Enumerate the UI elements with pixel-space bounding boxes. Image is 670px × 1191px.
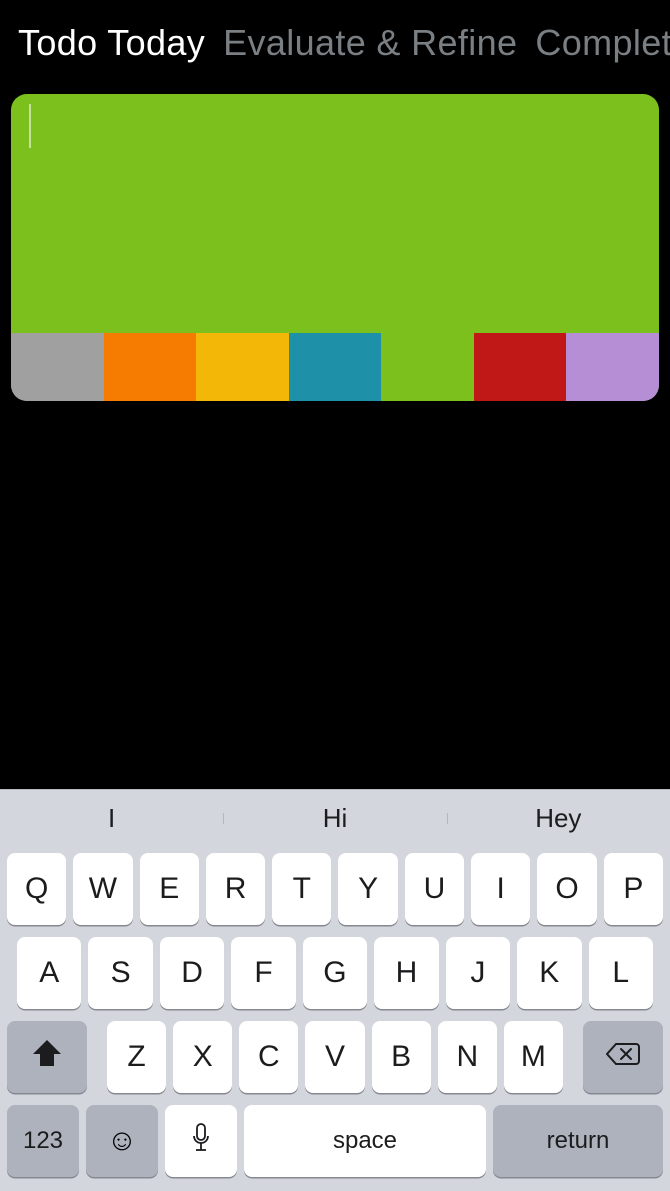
key-l[interactable]: L [589,937,653,1009]
suggestion-3[interactable]: Hey [447,803,670,834]
key-q[interactable]: Q [7,853,66,925]
key-e[interactable]: E [140,853,199,925]
key-x[interactable]: X [173,1021,232,1093]
key-return[interactable]: return [493,1105,663,1177]
backspace-icon [606,1040,640,1074]
key-n[interactable]: N [438,1021,497,1093]
key-s[interactable]: S [88,937,152,1009]
color-swatch-teal[interactable] [289,333,382,401]
key-shift[interactable] [7,1021,87,1093]
key-y[interactable]: Y [338,853,397,925]
key-b[interactable]: B [372,1021,431,1093]
key-123[interactable]: 123 [7,1105,79,1177]
key-m[interactable]: M [504,1021,563,1093]
tab-completed[interactable]: Completed [535,22,670,64]
color-swatch-purple[interactable] [566,333,659,401]
key-f[interactable]: F [231,937,295,1009]
key-w[interactable]: W [73,853,132,925]
key-d[interactable]: D [160,937,224,1009]
suggestion-bar: I Hi Hey [0,789,670,847]
color-swatch-yellow[interactable] [196,333,289,401]
key-i[interactable]: I [471,853,530,925]
key-j[interactable]: J [446,937,510,1009]
key-g[interactable]: G [303,937,367,1009]
key-t[interactable]: T [272,853,331,925]
key-space[interactable]: space [244,1105,486,1177]
key-u[interactable]: U [405,853,464,925]
keyboard: I Hi Hey Q W E R T Y U I O P A S D F G H… [0,789,670,1191]
tab-evaluate-refine[interactable]: Evaluate & Refine [223,22,517,64]
tab-bar: Todo Today Evaluate & Refine Completed [0,0,670,94]
microphone-icon [191,1123,211,1160]
suggestion-1[interactable]: I [0,803,223,834]
tab-todo-today[interactable]: Todo Today [18,22,205,64]
text-caret [29,104,31,148]
key-z[interactable]: Z [107,1021,166,1093]
key-v[interactable]: V [305,1021,364,1093]
key-emoji[interactable]: ☺ [86,1105,158,1177]
color-swatch-red[interactable] [474,333,567,401]
key-p[interactable]: P [604,853,663,925]
shift-icon [32,1039,62,1075]
key-o[interactable]: O [537,853,596,925]
key-r[interactable]: R [206,853,265,925]
key-backspace[interactable] [583,1021,663,1093]
new-todo-card [11,94,659,401]
color-swatch-grey[interactable] [11,333,104,401]
suggestion-2[interactable]: Hi [223,803,446,834]
color-swatch-orange[interactable] [104,333,197,401]
key-dictation[interactable] [165,1105,237,1177]
color-swatch-green[interactable] [381,333,474,401]
color-picker [11,333,659,401]
key-c[interactable]: C [239,1021,298,1093]
emoji-icon: ☺ [107,1126,138,1156]
key-a[interactable]: A [17,937,81,1009]
key-k[interactable]: K [517,937,581,1009]
key-h[interactable]: H [374,937,438,1009]
